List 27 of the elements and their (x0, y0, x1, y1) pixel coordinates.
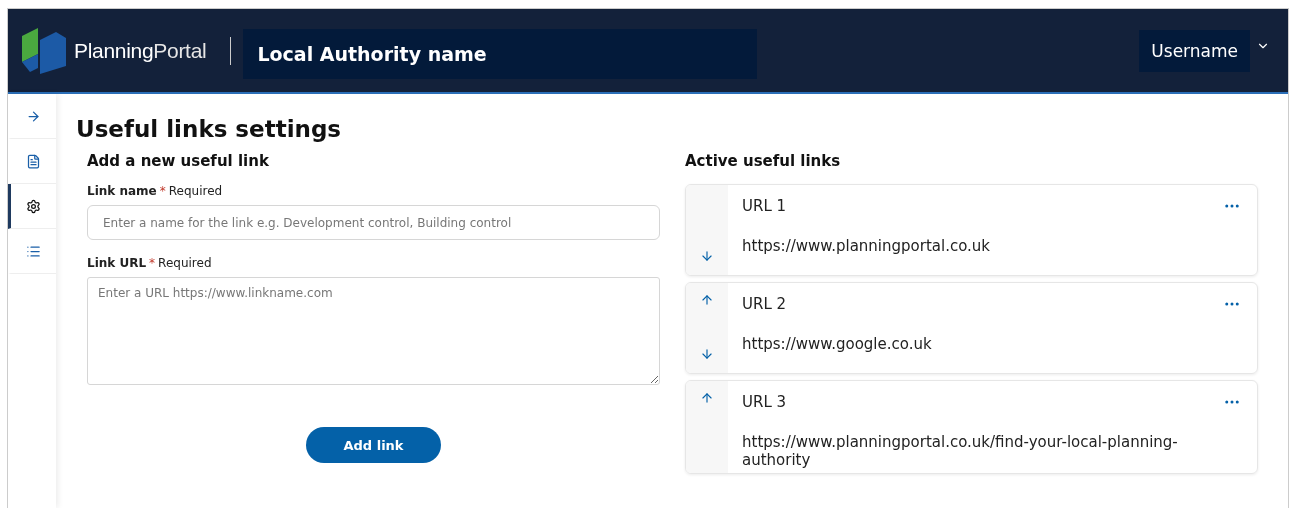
link-name: URL 2 (742, 295, 787, 313)
section-heading: Active useful links (685, 152, 842, 170)
logo-icon (20, 25, 68, 76)
field-label: Link URL * Required (87, 256, 213, 270)
user-menu-button[interactable]: Username (1139, 29, 1250, 72)
arrow-down-icon[interactable] (700, 249, 714, 263)
field-label: Link name * Required (87, 184, 224, 198)
document-icon (26, 153, 41, 169)
link-url: https://www.google.co.uk (742, 335, 933, 353)
arrow-up-icon[interactable] (700, 293, 714, 307)
arrow-right-icon (26, 108, 41, 124)
link-name: URL 1 (742, 197, 787, 215)
input-field[interactable]: Enter a URL https://www.linkname.com (87, 277, 660, 385)
authority-name: Local Authority name (243, 28, 758, 79)
add-link-button[interactable]: Add link (306, 427, 441, 463)
link-url: https://www.planningportal.co.uk (742, 237, 992, 255)
link-name: URL 3 (742, 393, 787, 411)
sidebar-item[interactable] (8, 184, 56, 229)
settings-icon (26, 198, 41, 214)
page-title: Useful links settings (76, 116, 343, 142)
arrow-down-icon[interactable] (700, 347, 714, 361)
arrow-up-icon[interactable] (700, 391, 714, 405)
logo-text: PlanningPortal (74, 38, 207, 63)
section-heading: Add a new useful link (87, 152, 270, 170)
link-url: https://www.planningportal.co.uk/find-your-local-planning-authority (742, 433, 1179, 469)
input-field[interactable]: Enter a name for the link e.g. Development control, Building control (87, 205, 660, 240)
list-icon (26, 243, 41, 259)
